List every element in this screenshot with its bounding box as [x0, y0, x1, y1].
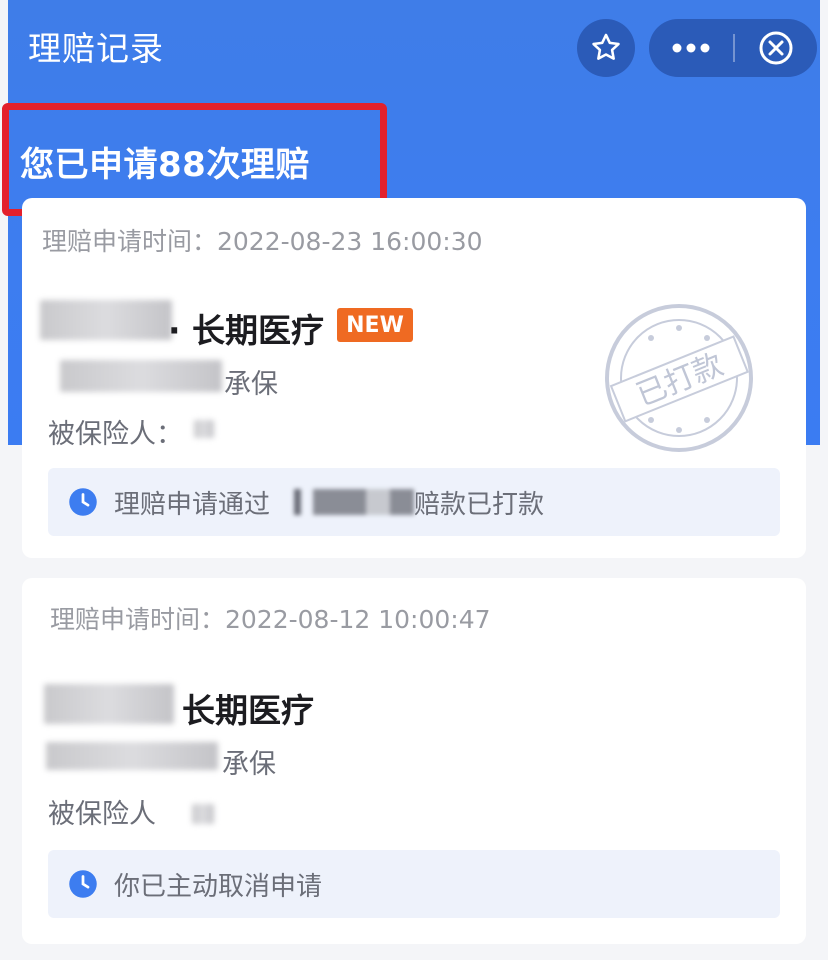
status-text-prefix: 理赔申请通过 — [114, 489, 271, 520]
redacted-product-name — [44, 684, 174, 724]
product-name: 长期医疗 — [182, 691, 314, 730]
redacted-amount — [294, 489, 415, 515]
redacted-underwriter — [60, 360, 222, 392]
mini-program-capsule — [649, 19, 817, 77]
page-title: 理赔记录 — [28, 29, 164, 68]
new-badge: NEW — [337, 308, 413, 342]
clock-icon — [69, 870, 97, 898]
claim-time: 理赔申请时间：2022-08-12 10:00:47 — [50, 605, 491, 634]
claim-status-bar[interactable]: 你已主动取消申请 — [48, 850, 780, 918]
close-button[interactable] — [735, 19, 817, 77]
claim-status-bar[interactable]: 理赔申请通过 赔款已打款 — [48, 468, 780, 536]
redacted-insured-name — [192, 804, 214, 824]
underwriter-label: 承保 — [222, 749, 276, 780]
more-button[interactable] — [649, 19, 733, 77]
close-circle-icon — [759, 31, 793, 65]
more-dots-icon — [672, 43, 710, 53]
star-icon — [592, 33, 620, 60]
insured-label: 被保险人： — [48, 419, 183, 450]
claim-time: 理赔申请时间：2022-08-23 16:00:30 — [42, 227, 483, 256]
status-text: 你已主动取消申请 — [114, 871, 323, 902]
clock-icon — [69, 488, 97, 516]
claim-card[interactable]: 理赔申请时间：2022-08-12 10:00:47 长期医疗 承保 被保险人 … — [22, 578, 806, 944]
insured-label: 被保险人 — [48, 799, 156, 830]
underwriter-label: 承保 — [224, 369, 278, 400]
redacted-underwriter — [46, 742, 218, 770]
paid-stamp: 已打款 — [605, 304, 753, 452]
redacted-insured-name — [194, 420, 214, 438]
favorite-button[interactable] — [577, 19, 635, 77]
product-name: · 长期医疗 — [168, 311, 325, 350]
claim-card[interactable]: 理赔申请时间：2022-08-23 16:00:30 · 长期医疗 NEW 承保… — [22, 198, 806, 558]
status-text-suffix: 赔款已打款 — [414, 489, 545, 520]
redacted-product-name — [40, 300, 172, 340]
